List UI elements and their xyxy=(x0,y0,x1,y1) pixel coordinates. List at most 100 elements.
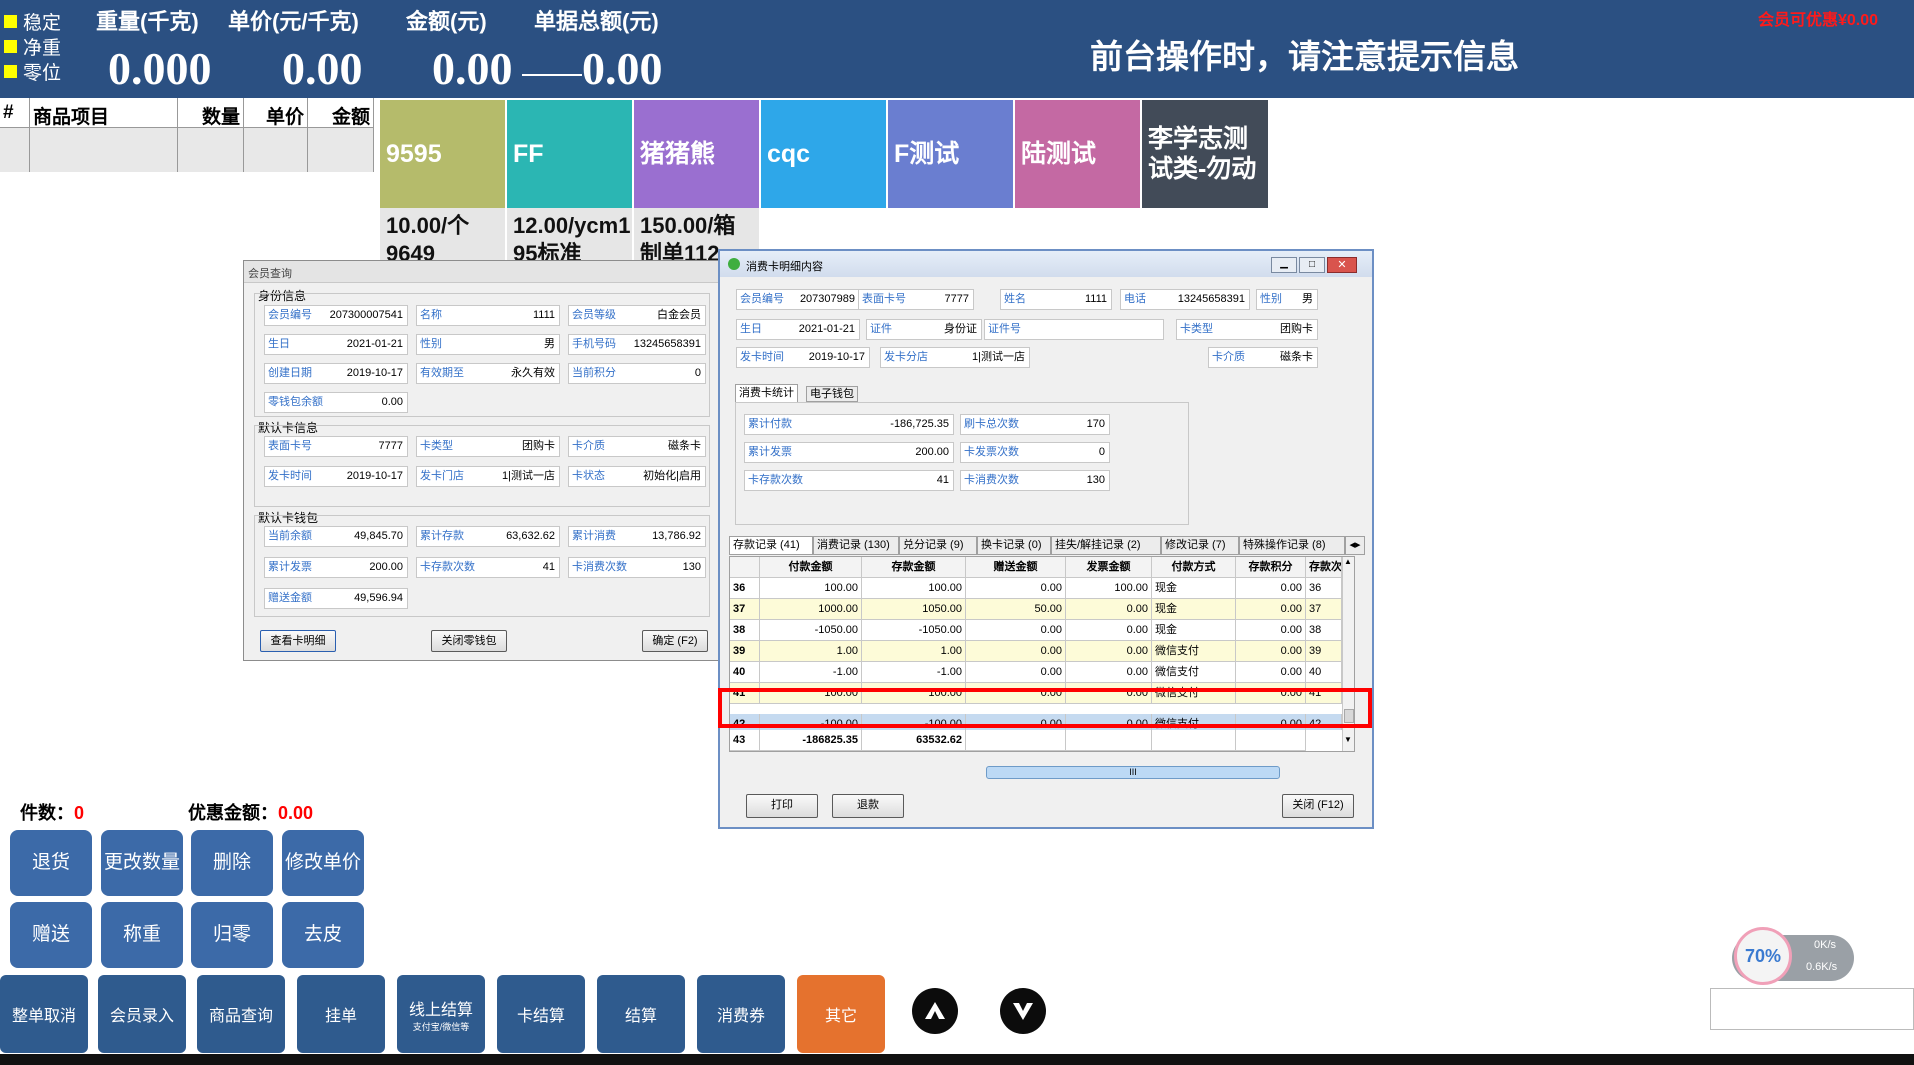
online-pay-button[interactable]: 线上结算 支付宝/微信等 xyxy=(397,975,485,1053)
scroll-down-button[interactable] xyxy=(1000,988,1046,1034)
confirm-button[interactable]: 确定 (F2) xyxy=(642,630,708,652)
table-cell: 0.00 xyxy=(966,578,1066,599)
tab-points-records[interactable]: 兑分记录 (9) xyxy=(899,536,977,555)
total-header: 单据总额(元) xyxy=(534,9,659,34)
table-cell: 38 xyxy=(1306,620,1342,641)
table-cell: 100.00 xyxy=(1066,578,1152,599)
other-button[interactable]: 其它 xyxy=(797,975,885,1053)
row-number: 40 xyxy=(730,662,760,683)
field-balance: 当前余额 49,845.70 xyxy=(264,526,408,547)
field-issue-time: 发卡时间 2019-10-17 xyxy=(264,466,408,487)
dialog-titlebar[interactable]: 消费卡明细内容 ▁ □ ✕ xyxy=(720,251,1372,277)
row-number: 36 xyxy=(730,578,760,599)
product-query-button[interactable]: 商品查询 xyxy=(197,975,285,1053)
change-qty-button[interactable]: 更改数量 xyxy=(101,830,183,896)
weigh-button[interactable]: 称重 xyxy=(101,902,183,968)
gift-button[interactable]: 赠送 xyxy=(10,902,92,968)
table-cell: 现金 xyxy=(1152,578,1236,599)
table-cell: 100.00 xyxy=(862,578,966,599)
field-invoice-count: 卡发票次数 0 xyxy=(960,442,1110,463)
discount-amount: 优惠金额：0.00 xyxy=(188,803,314,823)
tab-modify-records[interactable]: 修改记录 (7) xyxy=(1161,536,1239,555)
tab-consume-records[interactable]: 消费记录 (130) xyxy=(813,536,899,555)
indicator-stable: 稳定 xyxy=(4,8,61,35)
member-entry-button[interactable]: 会员录入 xyxy=(98,975,186,1053)
scroll-down-icon[interactable]: ▼ xyxy=(1344,735,1352,744)
card-pay-button[interactable]: 卡结算 xyxy=(497,975,585,1053)
tile-price-9595[interactable]: 10.00/个 9649 xyxy=(380,208,505,260)
row-number: 38 xyxy=(730,620,760,641)
close-icon[interactable]: ✕ xyxy=(1327,257,1357,273)
input-box[interactable] xyxy=(1710,988,1914,1030)
table-row[interactable]: 36 100.00 100.00 0.00 100.00 现金 0.00 36 xyxy=(730,578,1342,599)
tab-deposit-records[interactable]: 存款记录 (41) xyxy=(729,536,813,555)
close-button[interactable]: 关闭 (F12) xyxy=(1282,794,1354,818)
amount-header: 金额(元) xyxy=(406,9,487,34)
product-tile-9595[interactable]: 9595 xyxy=(380,100,505,208)
return-button[interactable]: 退货 xyxy=(10,830,92,896)
table-cell: 1000.00 xyxy=(760,599,862,620)
maximize-icon[interactable]: □ xyxy=(1299,257,1325,273)
unit-price-value: 0.00 xyxy=(282,43,363,94)
tab-loss-records[interactable]: 挂失/解挂记录 (2) xyxy=(1051,536,1161,555)
dialog-title: 消费卡明细内容 xyxy=(746,261,823,273)
product-tile-lu-test[interactable]: 陆测试 xyxy=(1015,100,1140,208)
cancel-order-button[interactable]: 整单取消 xyxy=(0,975,88,1053)
field-total-deposit: 累计存款 63,632.62 xyxy=(416,526,560,547)
total-line xyxy=(522,74,582,76)
field-gender: 性别男 xyxy=(1256,289,1318,310)
tab-card-change-records[interactable]: 换卡记录 (0) xyxy=(977,536,1051,555)
percent-badge: 70% xyxy=(1734,927,1792,985)
product-tile-ff[interactable]: FF xyxy=(507,100,632,208)
member-query-dialog[interactable]: 会员查询 身份信息 会员编号 207300007541 名称 1111 会员等级 白金… xyxy=(243,260,719,661)
close-wallet-button[interactable]: 关闭零钱包 xyxy=(431,630,507,652)
coupon-button[interactable]: 消费券 xyxy=(697,975,785,1053)
tare-button[interactable]: 去皮 xyxy=(282,902,364,968)
scroll-up-button[interactable] xyxy=(912,988,958,1034)
indicator-light xyxy=(4,15,17,28)
hold-order-button[interactable]: 挂单 xyxy=(297,975,385,1053)
field-id-no: 证件号 xyxy=(984,319,1164,340)
tab-special-records[interactable]: 特殊操作记录 (8) xyxy=(1239,536,1345,555)
delete-button[interactable]: 删除 xyxy=(191,830,273,896)
field-phone: 电话 13245658391 xyxy=(1120,289,1250,310)
table-row[interactable] xyxy=(0,128,374,172)
zero-button[interactable]: 归零 xyxy=(191,902,273,968)
tab-scroll-arrows-icon[interactable]: ◂▸ xyxy=(1345,536,1365,555)
refund-button[interactable]: 退款 xyxy=(832,794,904,818)
table-cell: 0.00 xyxy=(1236,620,1306,641)
row-number: 37 xyxy=(730,599,760,620)
scroll-up-icon[interactable]: ▲ xyxy=(1344,557,1352,566)
edit-price-button[interactable]: 修改单价 xyxy=(282,830,364,896)
table-row[interactable]: 37 1000.00 1050.00 50.00 0.00 现金 0.00 37 xyxy=(730,599,1342,620)
tab-card-stats[interactable]: 消费卡统计 xyxy=(735,384,798,402)
print-button[interactable]: 打印 xyxy=(746,794,818,818)
table-cell: 0.00 xyxy=(1236,662,1306,683)
tab-e-wallet[interactable]: 电子钱包 xyxy=(806,386,858,402)
field-birthday: 生日 2021-01-21 xyxy=(264,334,408,355)
weight-header: 重量(千克) xyxy=(96,9,199,34)
horizontal-scrollbar[interactable]: III xyxy=(986,766,1280,779)
table-cell: 微信支付 xyxy=(1152,641,1236,662)
view-card-detail-button[interactable]: 查看卡明细 xyxy=(260,630,336,652)
network-speed-widget[interactable]: 70% 0K/s 0.6K/s xyxy=(1732,927,1854,985)
checkout-button[interactable]: 结算 xyxy=(597,975,685,1053)
product-tile-f-test[interactable]: F测试 xyxy=(888,100,1013,208)
card-detail-dialog[interactable]: 消费卡明细内容 ▁ □ ✕ 会员编号 207307989 表面卡号 7777 姓名 1… xyxy=(718,249,1374,829)
table-row[interactable]: 39 1.00 1.00 0.00 0.00 微信支付 0.00 39 xyxy=(730,641,1342,662)
table-cell: 36 xyxy=(1306,578,1342,599)
tile-price-ff[interactable]: 12.00/ycm1 95标准 xyxy=(507,208,632,260)
table-row[interactable]: 38 -1050.00 -1050.00 0.00 0.00 现金 0.00 38 xyxy=(730,620,1342,641)
minimize-icon[interactable]: ▁ xyxy=(1271,257,1297,273)
table-row[interactable]: 40 -1.00 -1.00 0.00 0.00 微信支付 0.00 40 xyxy=(730,662,1342,683)
unit-price-header: 单价(元/千克) xyxy=(228,9,359,34)
product-table[interactable]: # 商品项目 数量 单价 金额 xyxy=(0,98,374,172)
field-level: 会员等级 白金会员 xyxy=(568,305,706,326)
dialog-titlebar[interactable]: 会员查询 xyxy=(244,261,718,283)
field-issue-time: 发卡时间 2019-10-17 xyxy=(736,347,870,368)
amount-value: 0.00 xyxy=(432,43,513,94)
product-tile-lixuezhi-test[interactable]: 李学志测试类-勿动 xyxy=(1142,100,1268,208)
item-count: 件数：0 xyxy=(20,803,85,823)
product-tile-cqc[interactable]: cqc xyxy=(761,100,886,208)
product-tile-zhuzhuxiong[interactable]: 猪猪熊 xyxy=(634,100,759,208)
